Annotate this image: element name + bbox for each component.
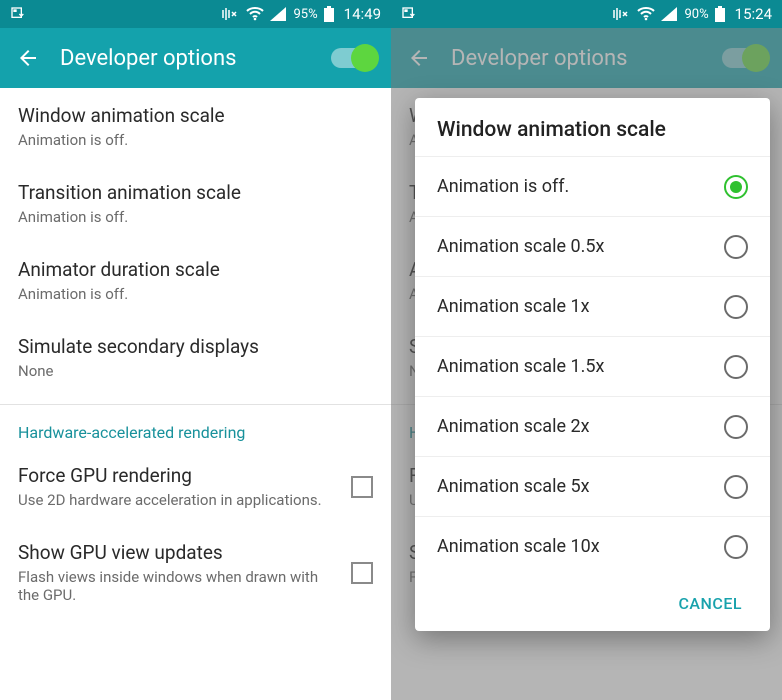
item-show-gpu-view-updates[interactable]: Show GPU view updates Flash views inside… xyxy=(0,525,391,620)
item-title: Animator duration scale xyxy=(18,258,373,281)
dialog-actions: CANCEL xyxy=(415,576,770,625)
radio[interactable] xyxy=(724,235,748,259)
option-animation-5x[interactable]: Animation scale 5x xyxy=(415,456,770,516)
item-title: Simulate secondary displays xyxy=(18,335,373,358)
section-gpu-rendering: Hardware-accelerated rendering xyxy=(0,405,391,448)
option-label: Animation scale 5x xyxy=(437,476,590,497)
back-icon[interactable] xyxy=(407,46,431,70)
page-title: Developer options xyxy=(60,46,311,71)
option-label: Animation scale 1.5x xyxy=(437,356,604,377)
phone-right: 90% 15:24 Developer options W Ar Tr Ar A… xyxy=(391,0,782,700)
clock: 15:24 xyxy=(735,5,772,23)
signal-icon xyxy=(270,7,286,21)
radio-selected[interactable] xyxy=(724,175,748,199)
option-label: Animation scale 10x xyxy=(437,536,600,557)
item-sub: Use 2D hardware acceleration in applicat… xyxy=(18,491,339,509)
item-sub: Animation is off. xyxy=(18,208,373,226)
checkbox[interactable] xyxy=(351,562,373,584)
option-animation-off[interactable]: Animation is off. xyxy=(415,156,770,216)
page-title: Developer options xyxy=(451,46,702,71)
back-icon[interactable] xyxy=(16,46,40,70)
item-transition-animation-scale[interactable]: Transition animation scale Animation is … xyxy=(0,165,391,242)
vibrate-icon xyxy=(613,7,631,21)
item-sub: Flash views inside windows when drawn wi… xyxy=(18,568,339,604)
option-animation-15x[interactable]: Animation scale 1.5x xyxy=(415,336,770,396)
item-title: Show GPU view updates xyxy=(18,541,339,564)
radio[interactable] xyxy=(724,415,748,439)
signal-icon xyxy=(661,7,677,21)
item-window-animation-scale[interactable]: Window animation scale Animation is off. xyxy=(0,88,391,165)
vibrate-icon xyxy=(222,7,240,21)
clock: 14:49 xyxy=(344,5,381,23)
wifi-icon xyxy=(637,7,655,21)
wifi-icon xyxy=(246,7,264,21)
item-force-gpu-rendering[interactable]: Force GPU rendering Use 2D hardware acce… xyxy=(0,448,391,525)
status-bar: 95% 14:49 xyxy=(0,0,391,28)
app-header: Developer options xyxy=(0,28,391,88)
item-sub: Animation is off. xyxy=(18,285,373,303)
radio[interactable] xyxy=(724,475,748,499)
option-label: Animation scale 0.5x xyxy=(437,236,604,257)
phone-left: 95% 14:49 Developer options Window anima… xyxy=(0,0,391,700)
item-simulate-secondary-displays[interactable]: Simulate secondary displays None xyxy=(0,319,391,396)
dialog-window-animation-scale: Window animation scale Animation is off.… xyxy=(415,98,770,631)
battery-icon xyxy=(324,6,334,22)
dev-options-toggle[interactable] xyxy=(722,48,766,68)
rx-icon xyxy=(10,6,26,22)
item-sub: Animation is off. xyxy=(18,131,373,149)
item-animator-duration-scale[interactable]: Animator duration scale Animation is off… xyxy=(0,242,391,319)
rx-icon xyxy=(401,6,417,22)
radio[interactable] xyxy=(724,535,748,559)
item-title: Force GPU rendering xyxy=(18,464,339,487)
option-animation-05x[interactable]: Animation scale 0.5x xyxy=(415,216,770,276)
dialog-title: Window animation scale xyxy=(415,98,770,156)
item-title: Transition animation scale xyxy=(18,181,373,204)
settings-list: Window animation scale Animation is off.… xyxy=(0,88,391,700)
option-label: Animation scale 1x xyxy=(437,296,590,317)
cancel-button[interactable]: CANCEL xyxy=(668,586,752,621)
status-bar: 90% 15:24 xyxy=(391,0,782,28)
battery-percent: 95% xyxy=(294,7,318,22)
battery-percent: 90% xyxy=(685,7,709,22)
radio[interactable] xyxy=(724,295,748,319)
item-title: Window animation scale xyxy=(18,104,373,127)
battery-icon xyxy=(715,6,725,22)
option-animation-2x[interactable]: Animation scale 2x xyxy=(415,396,770,456)
option-animation-10x[interactable]: Animation scale 10x xyxy=(415,516,770,576)
radio[interactable] xyxy=(724,355,748,379)
dev-options-toggle[interactable] xyxy=(331,48,375,68)
option-label: Animation is off. xyxy=(437,176,569,197)
option-animation-1x[interactable]: Animation scale 1x xyxy=(415,276,770,336)
checkbox[interactable] xyxy=(351,476,373,498)
app-header: Developer options xyxy=(391,28,782,88)
item-sub: None xyxy=(18,362,373,380)
option-label: Animation scale 2x xyxy=(437,416,590,437)
